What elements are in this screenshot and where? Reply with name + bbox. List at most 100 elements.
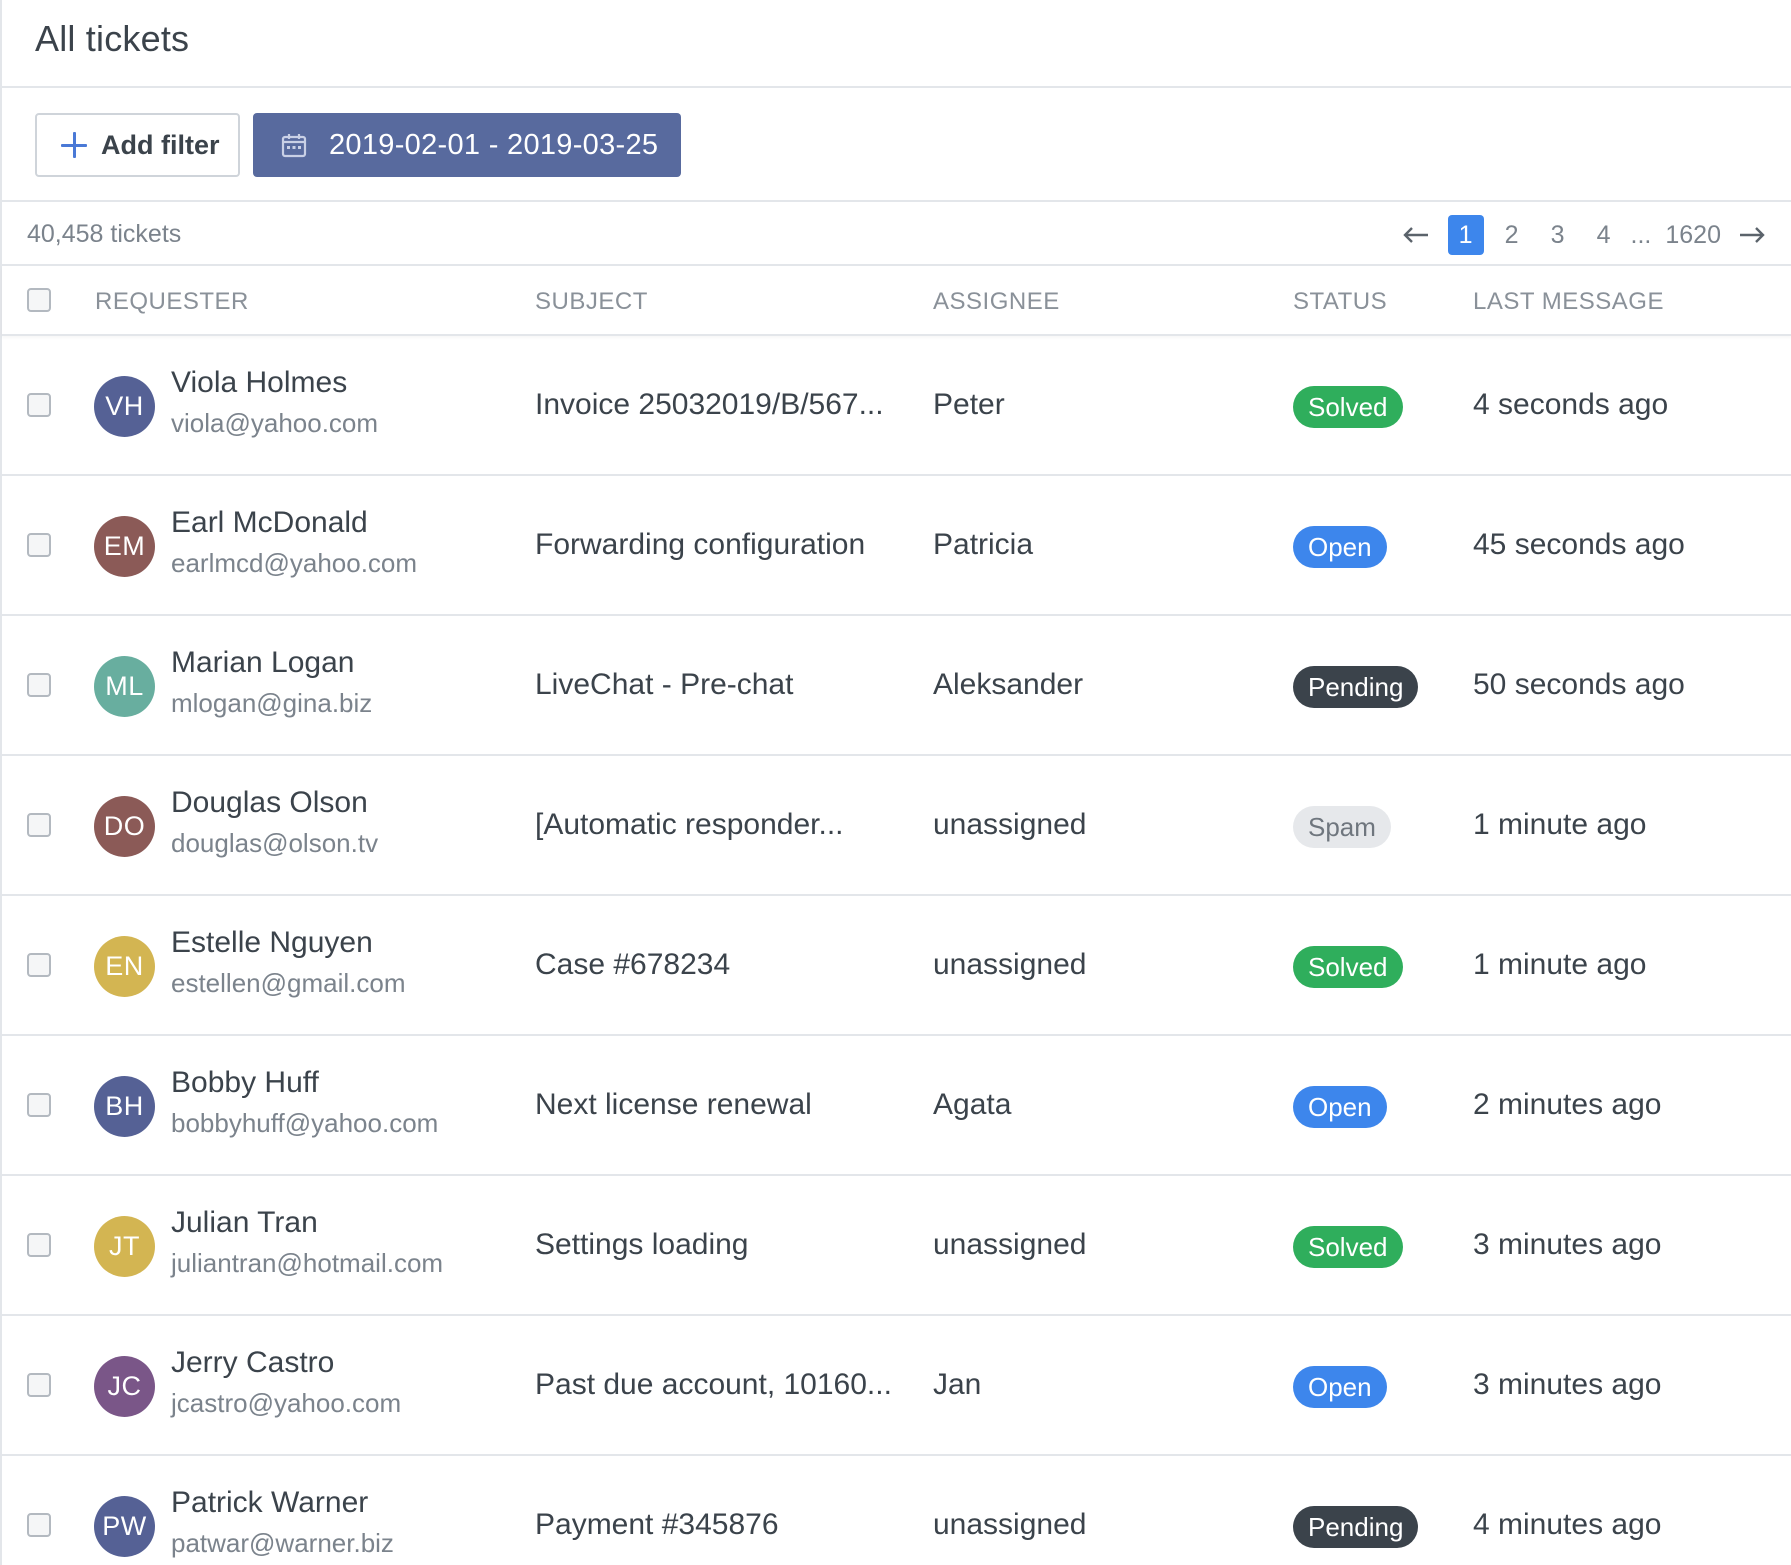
page-4-button[interactable]: 4	[1586, 215, 1622, 255]
table-row[interactable]: EM Earl McDonald earlmcd@yahoo.com Forwa…	[2, 476, 1791, 616]
row-checkbox[interactable]	[27, 673, 51, 697]
last-message-time: 3 minutes ago	[1473, 1368, 1661, 1402]
last-message-time: 3 minutes ago	[1473, 1228, 1661, 1262]
filter-bar: Add filter 2019-02-01 - 2019-03-25	[2, 88, 1791, 202]
avatar: JT	[94, 1216, 155, 1277]
date-range-label: 2019-02-01 - 2019-03-25	[329, 129, 658, 162]
status-badge: Solved	[1293, 386, 1403, 428]
requester-name: Jerry Castro	[171, 1346, 334, 1380]
requester-email: juliantran@hotmail.com	[171, 1248, 443, 1279]
page-1-button[interactable]: 1	[1448, 215, 1484, 255]
requester-email: douglas@olson.tv	[171, 828, 378, 859]
row-checkbox[interactable]	[27, 813, 51, 837]
table-row[interactable]: JT Julian Tran juliantran@hotmail.com Se…	[2, 1176, 1791, 1316]
pagination: 1 2 3 4 ... 1620	[1399, 215, 1769, 255]
ticket-assignee: Peter	[933, 388, 1005, 422]
table-row[interactable]: DO Douglas Olson douglas@olson.tv [Autom…	[2, 756, 1791, 896]
ticket-subject: [Automatic responder...	[535, 808, 844, 842]
table-row[interactable]: EN Estelle Nguyen estellen@gmail.com Cas…	[2, 896, 1791, 1036]
date-range-button[interactable]: 2019-02-01 - 2019-03-25	[253, 113, 681, 177]
requester-name: Estelle Nguyen	[171, 926, 373, 960]
add-filter-label: Add filter	[101, 130, 220, 161]
requester-name: Bobby Huff	[171, 1066, 319, 1100]
avatar: JC	[94, 1356, 155, 1417]
requester-email: earlmcd@yahoo.com	[171, 548, 417, 579]
prev-page-button[interactable]	[1399, 215, 1433, 255]
ticket-subject: Settings loading	[535, 1228, 749, 1262]
last-message-time: 4 minutes ago	[1473, 1508, 1661, 1542]
ticket-subject: Forwarding configuration	[535, 528, 865, 562]
table-row[interactable]: BH Bobby Huff bobbyhuff@yahoo.com Next l…	[2, 1036, 1791, 1176]
row-checkbox[interactable]	[27, 393, 51, 417]
page-3-button[interactable]: 3	[1540, 215, 1576, 255]
table-row[interactable]: ML Marian Logan mlogan@gina.biz LiveChat…	[2, 616, 1791, 756]
pagination-ellipsis: ...	[1631, 221, 1652, 250]
requester-email: jcastro@yahoo.com	[171, 1388, 401, 1419]
ticket-subject: Next license renewal	[535, 1088, 812, 1122]
row-checkbox[interactable]	[27, 1233, 51, 1257]
ticket-subject: LiveChat - Pre-chat	[535, 668, 793, 702]
ticket-count: 40,458 tickets	[27, 220, 181, 249]
avatar: VH	[94, 376, 155, 437]
ticket-assignee: unassigned	[933, 808, 1086, 842]
last-message-time: 45 seconds ago	[1473, 528, 1685, 562]
requester-name: Patrick Warner	[171, 1486, 368, 1520]
row-checkbox[interactable]	[27, 1513, 51, 1537]
last-page-button[interactable]: 1620	[1665, 215, 1721, 255]
row-checkbox[interactable]	[27, 953, 51, 977]
requester-name: Julian Tran	[171, 1206, 318, 1240]
last-message-time: 1 minute ago	[1473, 948, 1646, 982]
avatar: BH	[94, 1076, 155, 1137]
select-all-checkbox[interactable]	[27, 288, 51, 312]
table-header: REQUESTER SUBJECT ASSIGNEE STATUS LAST M…	[2, 266, 1791, 336]
ticket-assignee: unassigned	[933, 1228, 1086, 1262]
next-page-button[interactable]	[1735, 215, 1769, 255]
column-header-requester[interactable]: REQUESTER	[95, 288, 249, 316]
status-badge: Open	[1293, 1366, 1387, 1408]
calendar-icon	[281, 132, 307, 158]
status-badge: Open	[1293, 1086, 1387, 1128]
status-badge: Open	[1293, 526, 1387, 568]
avatar: DO	[94, 796, 155, 857]
column-header-status[interactable]: STATUS	[1293, 288, 1387, 316]
column-header-assignee[interactable]: ASSIGNEE	[933, 288, 1060, 316]
ticket-assignee: Agata	[933, 1088, 1011, 1122]
avatar: EN	[94, 936, 155, 997]
arrow-right-icon	[1738, 225, 1766, 245]
last-message-time: 50 seconds ago	[1473, 668, 1685, 702]
last-message-time: 1 minute ago	[1473, 808, 1646, 842]
page-title: All tickets	[35, 18, 189, 60]
add-filter-button[interactable]: Add filter	[35, 113, 240, 177]
status-badge: Pending	[1293, 1506, 1418, 1548]
requester-email: bobbyhuff@yahoo.com	[171, 1108, 438, 1139]
status-badge: Solved	[1293, 1226, 1403, 1268]
row-checkbox[interactable]	[27, 1373, 51, 1397]
requester-name: Earl McDonald	[171, 506, 368, 540]
page-2-button[interactable]: 2	[1494, 215, 1530, 255]
ticket-assignee: Patricia	[933, 528, 1033, 562]
avatar: EM	[94, 516, 155, 577]
requester-name: Viola Holmes	[171, 366, 347, 400]
ticket-subject: Past due account, 10160...	[535, 1368, 892, 1402]
row-checkbox[interactable]	[27, 1093, 51, 1117]
avatar: PW	[94, 1496, 155, 1557]
column-header-subject[interactable]: SUBJECT	[535, 288, 648, 316]
tickets-panel: All tickets Add filter 2019-02-01 - 2019…	[0, 0, 1791, 1565]
ticket-list: VH Viola Holmes viola@yahoo.com Invoice …	[2, 336, 1791, 1565]
status-badge: Pending	[1293, 666, 1418, 708]
requester-email: mlogan@gina.biz	[171, 688, 372, 719]
table-row[interactable]: JC Jerry Castro jcastro@yahoo.com Past d…	[2, 1316, 1791, 1456]
plus-icon	[61, 132, 87, 158]
ticket-subject: Invoice 25032019/B/567...	[535, 388, 884, 422]
ticket-assignee: unassigned	[933, 1508, 1086, 1542]
status-badge: Solved	[1293, 946, 1403, 988]
column-header-last-message[interactable]: LAST MESSAGE	[1473, 288, 1664, 316]
info-bar: 40,458 tickets 1 2 3 4 ... 1620	[2, 202, 1791, 266]
row-checkbox[interactable]	[27, 533, 51, 557]
ticket-assignee: unassigned	[933, 948, 1086, 982]
requester-email: viola@yahoo.com	[171, 408, 378, 439]
arrow-left-icon	[1402, 225, 1430, 245]
table-row[interactable]: PW Patrick Warner patwar@warner.biz Paym…	[2, 1456, 1791, 1565]
table-row[interactable]: VH Viola Holmes viola@yahoo.com Invoice …	[2, 336, 1791, 476]
last-message-time: 4 seconds ago	[1473, 388, 1668, 422]
